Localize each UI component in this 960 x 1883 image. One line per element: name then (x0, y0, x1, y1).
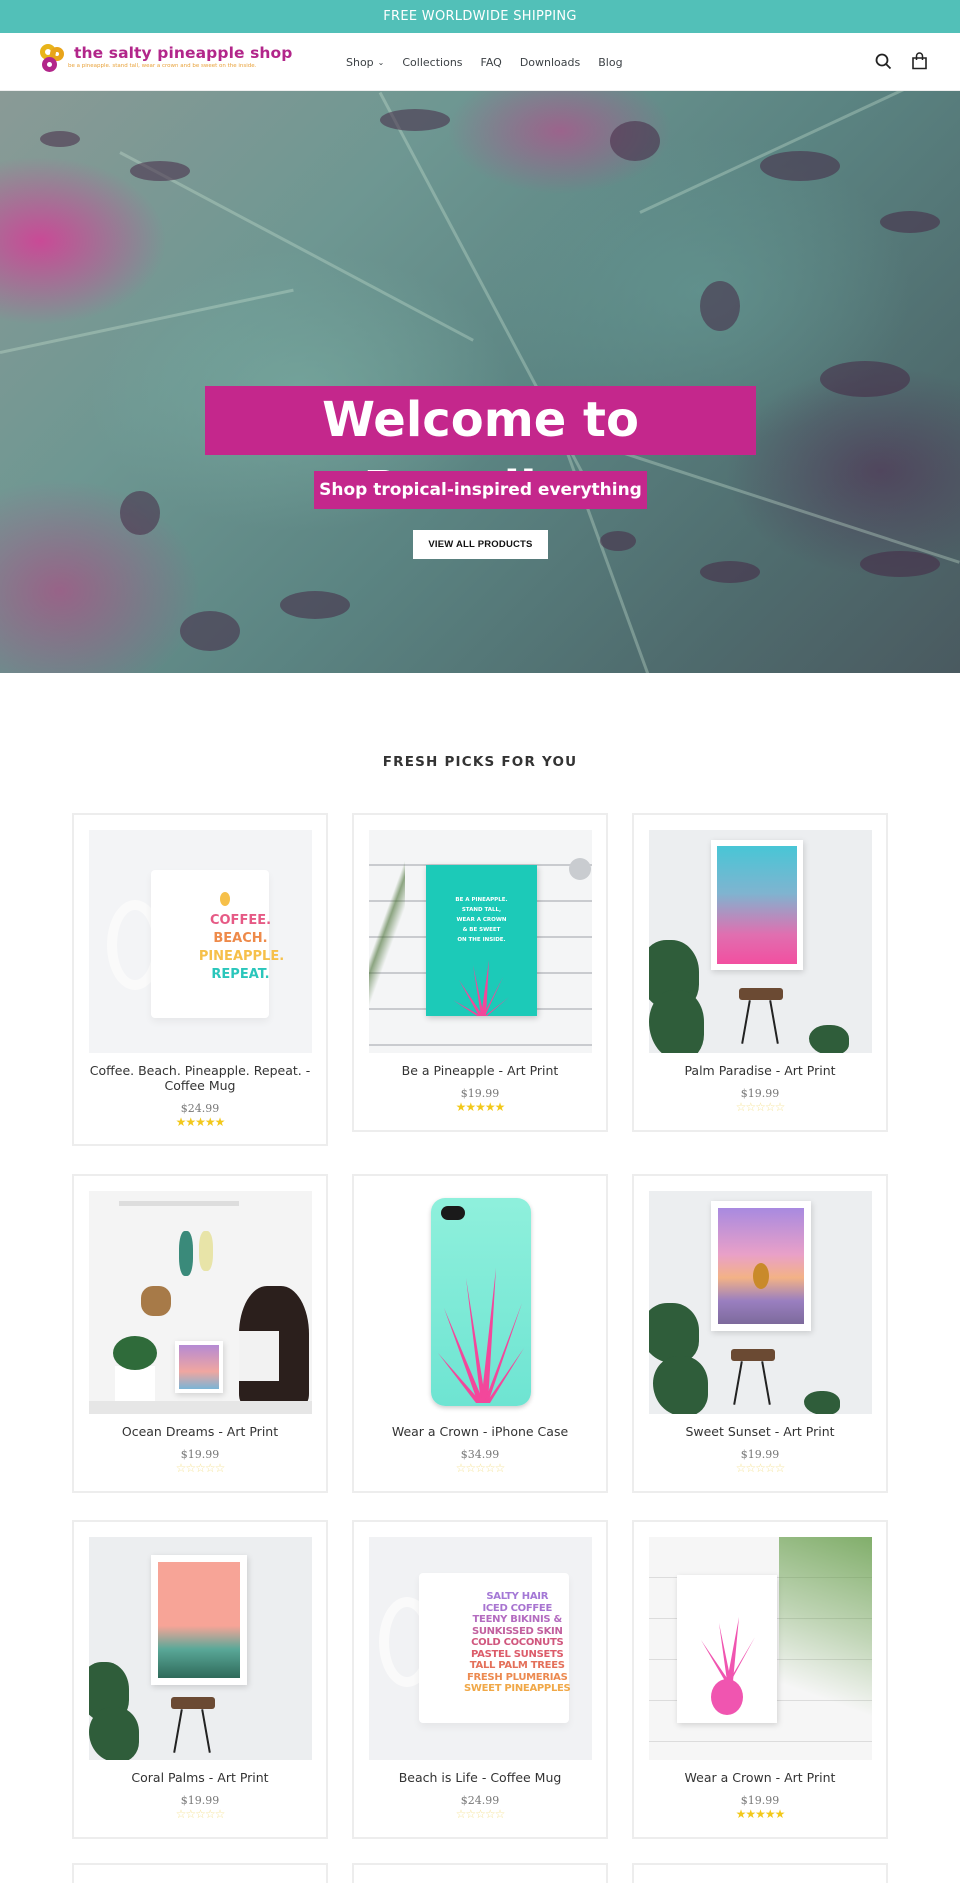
product-price: $24.99 (460, 1794, 500, 1807)
product-card[interactable]: Wear a Crown - iPhone Case $34.99 ☆☆☆☆☆ (352, 1174, 608, 1493)
search-icon[interactable] (872, 49, 894, 73)
product-price: $24.99 (180, 1102, 220, 1115)
product-image[interactable] (369, 1191, 592, 1414)
star-rating: ★★★★★ (455, 1100, 506, 1114)
product-price: $19.99 (180, 1794, 220, 1807)
product-price: $19.99 (180, 1448, 220, 1461)
pineapple-icon (220, 892, 230, 906)
print-text: ON THE INSIDE. (457, 937, 506, 943)
product-name[interactable]: Wear a Crown - iPhone Case (364, 1424, 596, 1439)
product-card[interactable]: Ocean Dreams - Art Print $19.99 ☆☆☆☆☆ (72, 1174, 328, 1493)
hero-subtitle: Shop tropical-inspired everything (314, 471, 647, 509)
product-name[interactable]: Sweet Sunset - Art Print (644, 1424, 876, 1439)
main-nav: Shop ⌄ Collections FAQ Downloads Blog (346, 33, 641, 91)
mug-text: FRESH PLUMERIAS (466, 1671, 568, 1683)
product-name[interactable]: Coffee. Beach. Pineapple. Repeat. - Coff… (84, 1063, 316, 1093)
product-price: $19.99 (460, 1087, 500, 1100)
nav-downloads[interactable]: Downloads (520, 56, 580, 69)
logo-mark-icon (40, 44, 68, 74)
product-card-partial (352, 1863, 608, 1883)
mug-text: PINEAPPLE. (198, 949, 285, 964)
product-name[interactable]: Palm Paradise - Art Print (644, 1063, 876, 1078)
product-card-partial (72, 1863, 328, 1883)
mug-text: BEACH. (213, 931, 268, 946)
star-rating: ☆☆☆☆☆ (735, 1461, 786, 1475)
hero-title: Welcome to Paradise (205, 386, 756, 517)
print-text: BE A PINEAPPLE. (455, 897, 508, 903)
announcement-bar: FREE WORLDWIDE SHIPPING (0, 0, 960, 33)
product-card[interactable]: Palm Paradise - Art Print $19.99 ☆☆☆☆☆ (632, 813, 888, 1132)
star-rating: ★★★★★ (735, 1807, 786, 1821)
mug-text: TALL PALM TREES (469, 1660, 565, 1671)
product-card[interactable]: COFFEE. BEACH. PINEAPPLE. REPEAT. Coffee… (72, 813, 328, 1146)
product-card[interactable]: Wear a Crown - Art Print $19.99 ★★★★★ (632, 1520, 888, 1839)
product-image[interactable] (649, 1537, 872, 1760)
mug-text: SWEET PINEAPPLES (464, 1683, 571, 1694)
product-price: $19.99 (740, 1087, 780, 1100)
product-card[interactable]: BE A PINEAPPLE. STAND TALL, WEAR A CROWN… (352, 813, 608, 1132)
product-card[interactable]: Coral Palms - Art Print $19.99 ☆☆☆☆☆ (72, 1520, 328, 1839)
star-rating: ★★★★★ (175, 1115, 226, 1129)
product-image[interactable] (649, 830, 872, 1053)
print-text: & BE SWEET (462, 927, 501, 933)
product-card-partial (632, 1863, 888, 1883)
view-all-products-button[interactable]: VIEW ALL PRODUCTS (413, 530, 548, 559)
mug-text: COFFEE. (209, 913, 272, 928)
product-image[interactable]: COFFEE. BEACH. PINEAPPLE. REPEAT. (89, 830, 312, 1053)
product-name[interactable]: Wear a Crown - Art Print (644, 1770, 876, 1785)
nav-shop-label: Shop (346, 55, 374, 69)
product-name[interactable]: Ocean Dreams - Art Print (84, 1424, 316, 1439)
mug-text: SUNKISSED SKIN (471, 1625, 563, 1637)
product-image[interactable]: BE A PINEAPPLE. STAND TALL, WEAR A CROWN… (369, 830, 592, 1053)
print-text: WEAR A CROWN (456, 917, 507, 923)
product-image[interactable] (89, 1537, 312, 1760)
product-card[interactable]: SALTY HAIR ICED COFFEE TEENY BIKINIS & S… (352, 1520, 608, 1839)
product-image[interactable] (89, 1191, 312, 1414)
mug-text: ICED COFFEE (482, 1602, 552, 1614)
product-image[interactable] (649, 1191, 872, 1414)
product-price: $19.99 (740, 1448, 780, 1461)
nav-collections[interactable]: Collections (402, 56, 462, 69)
chevron-down-icon: ⌄ (377, 57, 385, 67)
star-rating: ☆☆☆☆☆ (455, 1807, 506, 1821)
star-rating: ☆☆☆☆☆ (735, 1100, 786, 1114)
mug-text: PASTEL SUNSETS (471, 1648, 564, 1660)
site-header: the salty pineapple shop be a pineapple.… (0, 33, 960, 91)
mug-text: TEENY BIKINIS & (472, 1614, 563, 1625)
mug-text: SALTY HAIR (486, 1591, 549, 1602)
star-rating: ☆☆☆☆☆ (175, 1807, 226, 1821)
product-name[interactable]: Beach is Life - Coffee Mug (364, 1770, 596, 1785)
hero-banner: Welcome to Paradise Shop tropical-inspir… (0, 91, 960, 673)
logo[interactable]: the salty pineapple shop be a pineapple.… (40, 44, 293, 74)
logo-name: the salty pineapple shop (74, 44, 293, 62)
cart-icon[interactable] (908, 49, 930, 73)
product-card[interactable]: Sweet Sunset - Art Print $19.99 ☆☆☆☆☆ (632, 1174, 888, 1493)
nav-faq[interactable]: FAQ (481, 56, 502, 69)
product-price: $19.99 (740, 1794, 780, 1807)
product-price: $34.99 (460, 1448, 500, 1461)
nav-shop[interactable]: Shop ⌄ (346, 56, 384, 69)
logo-tagline: be a pineapple. stand tall, wear a crown… (68, 63, 257, 69)
product-name[interactable]: Be a Pineapple - Art Print (364, 1063, 596, 1078)
product-image[interactable]: SALTY HAIR ICED COFFEE TEENY BIKINIS & S… (369, 1537, 592, 1760)
star-rating: ☆☆☆☆☆ (455, 1461, 506, 1475)
product-name[interactable]: Coral Palms - Art Print (84, 1770, 316, 1785)
section-title: FRESH PICKS FOR YOU (382, 754, 578, 770)
print-text: STAND TALL, (461, 907, 502, 913)
nav-blog[interactable]: Blog (598, 56, 622, 69)
star-rating: ☆☆☆☆☆ (175, 1461, 226, 1475)
mug-text: REPEAT. (211, 967, 270, 982)
mug-text: COLD COCONUTS (471, 1637, 564, 1648)
